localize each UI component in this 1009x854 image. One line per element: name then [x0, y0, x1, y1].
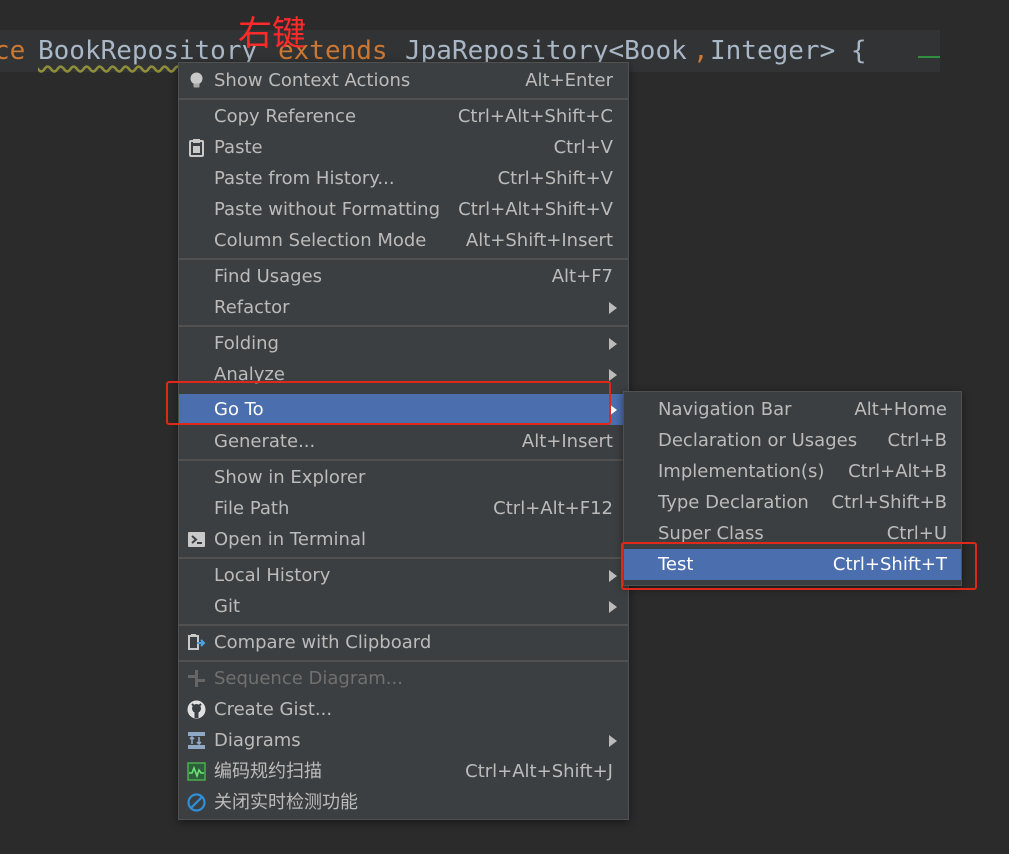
- menu-item-folding[interactable]: Folding: [179, 328, 628, 359]
- github-icon: [187, 700, 206, 719]
- menu-item-find-usages[interactable]: Find Usages Alt+F7: [179, 261, 628, 292]
- scan-icon: [187, 762, 206, 781]
- submenu-arrow-icon: [609, 570, 617, 582]
- menu-item-generate[interactable]: Generate... Alt+Insert: [179, 426, 628, 457]
- submenu-item-declaration-or-usages[interactable]: Declaration or Usages Ctrl+B: [624, 425, 961, 456]
- prohibited-icon: [187, 793, 206, 812]
- lightbulb-icon: [190, 72, 203, 88]
- go-to-highlight-box: [166, 381, 611, 425]
- menu-item-close-realtime-check[interactable]: 关闭实时检测功能: [179, 787, 628, 818]
- right-click-annotation: 右键: [238, 14, 306, 54]
- menu-item-open-in-terminal[interactable]: Open in Terminal: [179, 524, 628, 555]
- submenu-arrow-icon: [609, 302, 617, 314]
- submenu-arrow-icon: [609, 369, 617, 381]
- menu-item-paste[interactable]: Paste Ctrl+V: [179, 132, 628, 163]
- menu-item-compare-with-clipboard[interactable]: Compare with Clipboard: [179, 627, 628, 658]
- code-type-args: Integer> {: [710, 36, 867, 66]
- menu-item-local-history[interactable]: Local History: [179, 560, 628, 591]
- diagrams-icon: [188, 732, 205, 749]
- menu-separator: [179, 624, 628, 626]
- menu-item-sequence-diagram[interactable]: Sequence Diagram...: [179, 663, 628, 694]
- submenu-item-implementations[interactable]: Implementation(s) Ctrl+Alt+B: [624, 456, 961, 487]
- code-keyword-prefix: ce: [0, 36, 26, 66]
- menu-item-show-context-actions[interactable]: Show Context Actions Alt+Enter: [179, 65, 628, 96]
- submenu-item-navigation-bar[interactable]: Navigation Bar Alt+Home: [624, 394, 961, 425]
- submenu-arrow-icon: [609, 735, 617, 747]
- menu-separator: [179, 325, 628, 327]
- menu-item-git[interactable]: Git: [179, 591, 628, 622]
- menu-item-file-path[interactable]: File Path Ctrl+Alt+F12: [179, 493, 628, 524]
- menu-separator: [179, 557, 628, 559]
- code-comma: ,: [693, 36, 709, 66]
- menu-item-refactor[interactable]: Refactor: [179, 292, 628, 323]
- compare-clipboard-icon: [188, 634, 206, 650]
- menu-separator: [179, 98, 628, 100]
- menu-separator: [179, 258, 628, 260]
- menu-separator: [179, 459, 628, 461]
- menu-separator: [179, 660, 628, 662]
- test-highlight-box: [621, 542, 977, 590]
- menu-item-paste-without-formatting[interactable]: Paste without Formatting Ctrl+Alt+Shift+…: [179, 194, 628, 225]
- menu-item-code-guideline-scan[interactable]: 编码规约扫描 Ctrl+Alt+Shift+J: [179, 756, 628, 787]
- editor-context-menu: Show Context Actions Alt+Enter Copy Refe…: [178, 62, 629, 820]
- clipboard-icon: [189, 139, 204, 157]
- menu-item-create-gist[interactable]: Create Gist...: [179, 694, 628, 725]
- menu-item-diagrams[interactable]: Diagrams: [179, 725, 628, 756]
- menu-item-show-in-explorer[interactable]: Show in Explorer: [179, 462, 628, 493]
- submenu-arrow-icon: [609, 338, 617, 350]
- menu-item-column-selection-mode[interactable]: Column Selection Mode Alt+Shift+Insert: [179, 225, 628, 256]
- submenu-arrow-icon: [609, 601, 617, 613]
- menu-item-copy-reference[interactable]: Copy Reference Ctrl+Alt+Shift+C: [179, 101, 628, 132]
- submenu-item-type-declaration[interactable]: Type Declaration Ctrl+Shift+B: [624, 487, 961, 518]
- sequence-diagram-icon: [188, 670, 205, 687]
- inspection-marker: [918, 56, 940, 58]
- menu-item-paste-from-history[interactable]: Paste from History... Ctrl+Shift+V: [179, 163, 628, 194]
- terminal-icon: [188, 532, 205, 547]
